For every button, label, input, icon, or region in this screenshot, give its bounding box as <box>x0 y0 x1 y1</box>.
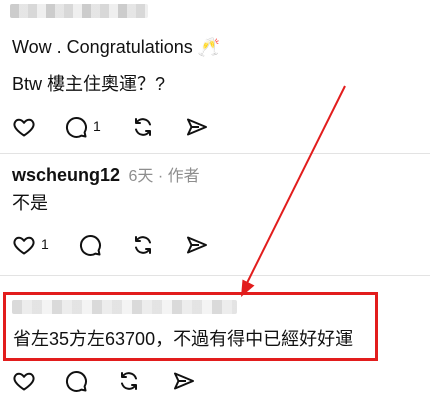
annotation-arrow <box>241 85 346 297</box>
